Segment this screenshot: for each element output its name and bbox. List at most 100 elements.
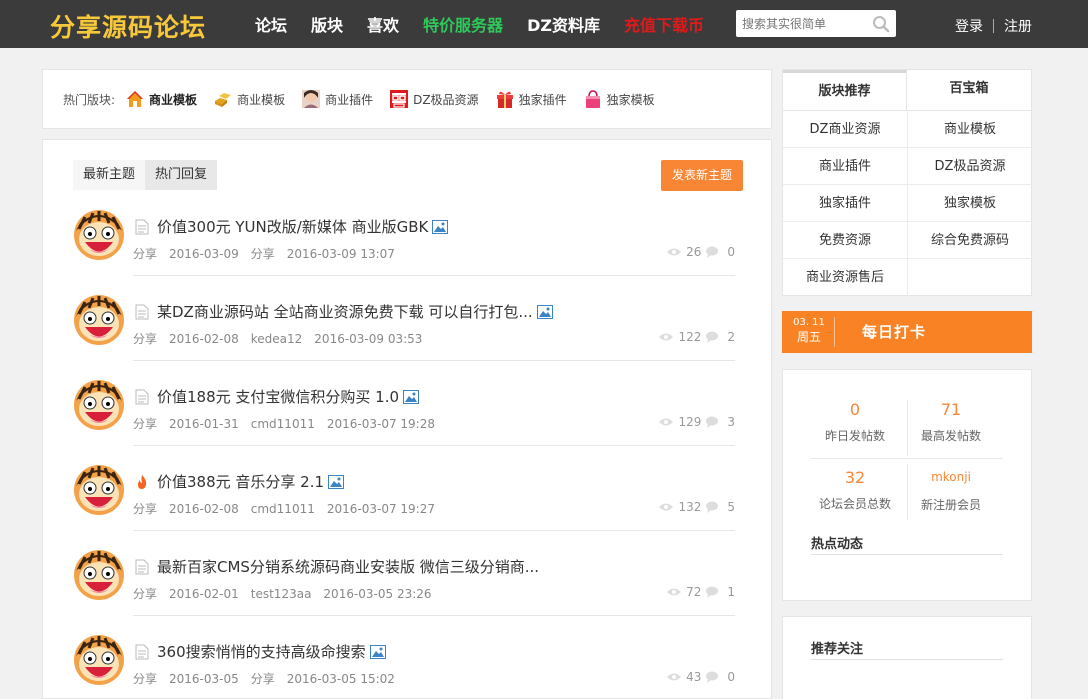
login-link[interactable]: 登录 bbox=[955, 16, 983, 36]
stat-newest-member[interactable]: mkonji 新注册会员 bbox=[903, 470, 999, 513]
hot-forum-label: 商业模板 bbox=[149, 92, 198, 107]
hot-forum-label: 独家模板 bbox=[606, 92, 655, 107]
recommend-grid: DZ商业资源 商业模板 商业插件 DZ极品资源 独家插件 独家模板 免费资源 综… bbox=[783, 111, 1032, 296]
register-link[interactable]: 注册 bbox=[1004, 16, 1032, 36]
thread-author[interactable]: cmd11011 bbox=[251, 417, 315, 431]
stat-label: 新注册会员 bbox=[920, 498, 981, 512]
thread-forum[interactable]: 分享 bbox=[133, 247, 157, 261]
hot-forum-item[interactable]: DZ极品资源 bbox=[389, 89, 479, 109]
search-input[interactable] bbox=[736, 10, 864, 37]
hot-forum-item[interactable]: 商业插件 bbox=[301, 89, 373, 109]
thread-title-link[interactable]: 价值188元 支付宝微信积分购买 1.0 bbox=[157, 386, 420, 407]
recommend-link[interactable]: DZ极品资源 bbox=[908, 148, 1032, 185]
thread-meta: 分享 2016-02-01 test123aa 2016-03-05 23:26 bbox=[133, 585, 444, 602]
thread-meta: 分享 2016-03-09 分享 2016-03-09 13:07 bbox=[133, 245, 407, 262]
tab-recommended-forums[interactable]: 版块推荐 bbox=[783, 70, 907, 111]
thread-author[interactable]: 分享 bbox=[251, 672, 275, 686]
user-avatar[interactable] bbox=[73, 294, 125, 346]
double-happiness-icon bbox=[390, 90, 409, 108]
thread-date: 2016-01-31 bbox=[169, 417, 239, 431]
stat-members: 32 论坛会员总数 bbox=[807, 468, 903, 512]
site-logo[interactable]: 分享源码论坛 bbox=[50, 8, 206, 44]
stat-label: 最高发帖数 bbox=[920, 429, 981, 443]
tab-treasure-box[interactable]: 百宝箱 bbox=[907, 70, 1031, 111]
reply-count: 3 bbox=[727, 415, 735, 429]
image-attachment-icon bbox=[369, 645, 386, 659]
hot-forums-label: 热门版块: bbox=[63, 92, 116, 107]
hot-forum-item[interactable]: 商业模板 bbox=[125, 89, 197, 109]
new-thread-button[interactable]: 发表新主题 bbox=[661, 160, 743, 191]
thread-author[interactable]: 分享 bbox=[251, 247, 275, 261]
thread-title-link[interactable]: 最新百家CMS分销系统源码商业安装版 微信三级分销商... bbox=[157, 556, 539, 577]
thread-stats: 72 1 bbox=[666, 585, 735, 599]
search-icon[interactable] bbox=[872, 15, 890, 33]
reply-count: 0 bbox=[727, 245, 735, 259]
user-avatar[interactable] bbox=[73, 549, 125, 601]
thread-author[interactable]: test123aa bbox=[251, 587, 312, 601]
hot-fire-icon bbox=[138, 475, 147, 489]
checkin-weekday: 周五 bbox=[796, 330, 821, 344]
hot-forum-item[interactable]: 商业模板 bbox=[213, 89, 285, 109]
user-avatar[interactable] bbox=[73, 464, 125, 516]
thread-title-link[interactable]: 价值300元 YUN改版/新媒体 商业版GBK bbox=[157, 216, 449, 237]
nav-servers[interactable]: 特价服务器 bbox=[423, 12, 503, 36]
user-avatar[interactable] bbox=[73, 634, 125, 686]
divider bbox=[133, 275, 735, 276]
thread-title-link[interactable]: 某DZ商业源码站 全站商业资源免费下载 可以自行打包... bbox=[157, 301, 553, 322]
thread-row: 360搜索悄悄的支持高级命搜索 分享 2016-03-05 分享 2016-03-05 … bbox=[73, 634, 735, 699]
recommend-link[interactable]: 商业插件 bbox=[783, 148, 908, 185]
thread-forum[interactable]: 分享 bbox=[133, 332, 157, 346]
image-attachment-icon bbox=[432, 220, 449, 234]
nav-sections[interactable]: 版块 bbox=[311, 12, 343, 36]
house-icon bbox=[127, 91, 144, 107]
thread-author[interactable]: cmd11011 bbox=[251, 502, 315, 516]
views-icon bbox=[659, 503, 674, 511]
nav-dz-library[interactable]: DZ资料库 bbox=[527, 12, 600, 36]
recommend-link[interactable]: 独家模板 bbox=[908, 185, 1032, 222]
recommend-link[interactable]: 独家插件 bbox=[783, 185, 908, 222]
thread-forum[interactable]: 分享 bbox=[133, 502, 157, 516]
daily-checkin-button[interactable]: 03. 11 周五 每日打卡 bbox=[782, 311, 1032, 353]
thread-author[interactable]: kedea12 bbox=[251, 332, 303, 346]
hot-forum-item[interactable]: 独家插件 bbox=[495, 89, 567, 109]
newest-member-link[interactable]: mkonji bbox=[903, 470, 999, 484]
thread-forum[interactable]: 分享 bbox=[133, 587, 157, 601]
recommend-link[interactable]: DZ商业资源 bbox=[783, 111, 908, 148]
user-avatar[interactable] bbox=[73, 379, 125, 431]
recommended-follow-panel: 推荐关注 bbox=[782, 616, 1032, 699]
thread-last-reply: 2016-03-05 23:26 bbox=[323, 587, 432, 601]
nav-recharge[interactable]: 充值下载币 bbox=[624, 12, 704, 36]
image-attachment-icon bbox=[403, 390, 420, 404]
thread-row: 最新百家CMS分销系统源码商业安装版 微信三级分销商... 分享 2016-02-0… bbox=[73, 549, 735, 634]
thread-last-reply: 2016-03-07 19:28 bbox=[326, 417, 435, 431]
divider bbox=[811, 659, 1003, 660]
tab-hot-replies[interactable]: 热门回复 bbox=[145, 160, 218, 190]
thread-date: 2016-03-05 bbox=[169, 672, 239, 686]
hot-forum-item[interactable]: 独家模板 bbox=[583, 89, 655, 109]
divider bbox=[993, 19, 994, 33]
thread-title: 某DZ商业源码站 全站商业资源免费下载 可以自行打包... bbox=[157, 303, 533, 321]
user-avatar[interactable] bbox=[73, 209, 125, 261]
tab-latest[interactable]: 最新主题 bbox=[73, 160, 146, 190]
recommend-link[interactable]: 综合免费源码 bbox=[908, 222, 1032, 259]
recommend-link[interactable]: 商业模板 bbox=[908, 111, 1032, 148]
recommend-link[interactable]: 商业资源售后 bbox=[783, 259, 908, 296]
replies-icon bbox=[706, 586, 719, 598]
nav-likes[interactable]: 喜欢 bbox=[367, 12, 399, 36]
replies-icon bbox=[706, 671, 719, 683]
gift-icon bbox=[496, 91, 513, 108]
thread-row: 价值188元 支付宝微信积分购买 1.0 分享 2016-01-31 cmd11011… bbox=[73, 379, 735, 464]
thread-title-link[interactable]: 价值388元 音乐分享 2.1 bbox=[157, 471, 345, 492]
thread-title: 价值188元 支付宝微信积分购买 1.0 bbox=[157, 388, 400, 406]
thread-forum[interactable]: 分享 bbox=[133, 672, 157, 686]
reply-count: 1 bbox=[727, 585, 735, 599]
recommend-link[interactable]: 免费资源 bbox=[783, 222, 908, 259]
nav-forum[interactable]: 论坛 bbox=[255, 12, 287, 36]
replies-icon bbox=[706, 501, 719, 513]
thread-forum[interactable]: 分享 bbox=[133, 417, 157, 431]
thread-title-link[interactable]: 360搜索悄悄的支持高级命搜索 bbox=[157, 641, 386, 662]
hot-forum-label: 商业插件 bbox=[325, 92, 374, 107]
thread-meta: 分享 2016-02-08 cmd11011 2016-03-07 19:27 bbox=[133, 500, 447, 517]
thread-stats: 132 5 bbox=[658, 500, 735, 514]
view-count: 122 bbox=[678, 330, 702, 344]
